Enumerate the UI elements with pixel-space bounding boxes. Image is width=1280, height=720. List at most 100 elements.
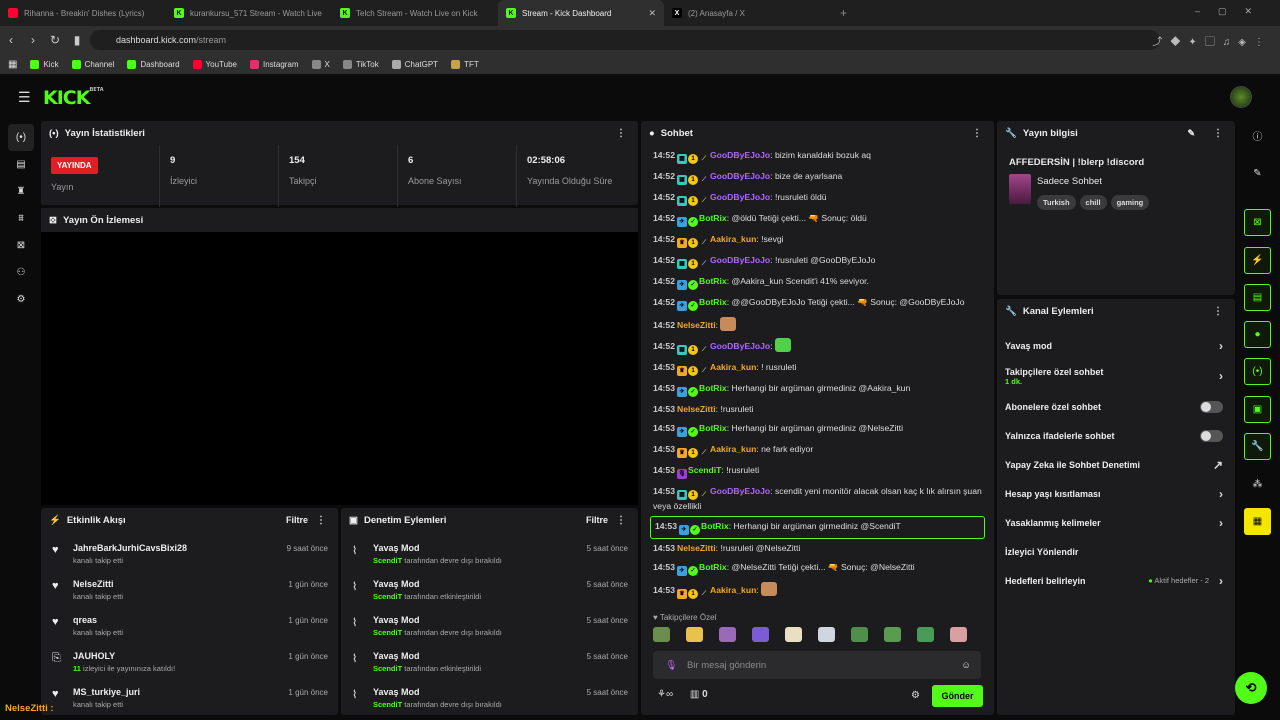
new-tab-icon[interactable]: + [830,6,857,20]
back-icon[interactable]: ‹ [0,33,22,47]
clip-icon[interactable]: ▦ [1244,508,1271,535]
browser-tab[interactable]: Kkurankursu_571 Stream - Watch Live [166,0,332,26]
more-icon[interactable]: ⋮ [616,128,626,139]
mic-icon[interactable]: 🎙 [665,660,677,671]
emote[interactable] [851,627,868,642]
lightning-icon[interactable]: ⚡ [1244,247,1271,274]
action-row[interactable]: Hedefleri belirleyin ● Aktif hedefler - 2… [997,566,1235,595]
toggle-switch[interactable] [1200,400,1223,413]
emoji-icon[interactable]: ☺ [961,660,971,671]
send-button[interactable]: Gönder [932,685,983,707]
tools-icon[interactable]: 🔧 [1244,433,1271,460]
chevron-right-icon[interactable]: › [1219,339,1223,353]
browser-tab[interactable]: K Telch Stream - Watch Live on Kick [332,0,498,26]
chat-settings-icon[interactable]: ⚙ [911,690,920,701]
action-row[interactable]: Hesap yaşı kısıtlaması › [997,479,1235,508]
forward-icon[interactable]: › [22,33,44,47]
bookmark-channel[interactable]: Channel [71,59,114,69]
community-icon[interactable]: ⩩ [8,205,34,232]
pen-icon[interactable]: ✎ [1244,160,1271,187]
tag-gaming[interactable]: gaming [1110,195,1150,210]
toggle-switch[interactable] [1200,429,1223,442]
extension-icons[interactable]: ⤴◆✦▢♫◈⋮ [1152,33,1272,48]
browser-tab[interactable]: K Stream - Kick Dashboard ✕ [498,0,664,26]
external-link-icon[interactable]: ↗ [1213,458,1223,472]
action-row[interactable]: Yalnızca ifadelerle sohbet [997,421,1235,450]
chevron-right-icon[interactable]: › [1219,487,1223,501]
broadcast-icon[interactable]: (•) [1244,358,1271,385]
gift-icon[interactable]: ▥ [690,689,699,700]
bookmark-youtube[interactable]: YouTube [192,59,237,69]
clipboard-icon[interactable]: ▤ [1244,284,1271,311]
item-time: 5 saat önce [586,688,628,697]
action-row[interactable]: Yapay Zeka ile Sohbet Denetimi ↗ [997,450,1235,479]
chevron-right-icon[interactable]: › [1219,369,1223,383]
bookmark-tiktok[interactable]: TikTok [342,59,379,69]
action-row[interactable]: Abonelere özel sohbet [997,392,1235,421]
sub-badge-icon: 1 [687,366,698,376]
settings-icon[interactable]: ⚙ [8,286,34,313]
filter-button[interactable]: Filtre [286,515,308,525]
chat-tool-icon[interactable]: ● [1244,321,1271,348]
timestamp: 14:52 [653,341,675,351]
browser-tab[interactable]: Rihanna - Breakin' Dishes (Lyrics) [0,0,166,26]
more-icon[interactable]: ⋮ [972,128,982,139]
filter-button[interactable]: Filtre [586,515,608,525]
chevron-right-icon[interactable]: › [1219,574,1223,588]
window-controls[interactable]: –▢✕ [1195,6,1270,17]
info-icon[interactable]: ⓘ [1244,122,1271,149]
more-icon[interactable]: ⋮ [616,515,626,526]
action-row[interactable]: Takipçilere özel sohbet 1 dk. › [997,360,1235,392]
channel-points[interactable]: ⚘∞ ▥ 0 [657,689,708,700]
bookmark-x[interactable]: X [311,59,330,69]
kick-logo[interactable]: KICKBETA [43,87,104,109]
moderation-tool-icon[interactable]: ⊠ [1244,209,1271,236]
analytics-icon[interactable]: ▤ [8,151,34,178]
bookmark-chatgpt[interactable]: ChatGPT [391,59,438,69]
emote[interactable] [719,627,736,642]
emote[interactable] [950,627,967,642]
verified-badge-icon: ✓ [687,387,698,397]
menu-icon[interactable]: ☰ [18,89,31,106]
apps-icon[interactable]: ⁂ [1244,471,1271,498]
emote[interactable] [818,627,835,642]
users-icon[interactable]: ⚇ [8,259,34,286]
chat-text: @öldü Tetiği çekti... 🔫 Sonuç: öldü [731,213,867,223]
chat-username: BotRix [698,383,727,393]
more-icon[interactable]: ⋮ [1213,306,1223,317]
bookmark-dashboard[interactable]: Dashboard [127,59,180,69]
bookmark-tft[interactable]: TFT [451,59,479,69]
emote[interactable] [686,627,703,642]
action-row[interactable]: Yavaş mod › [997,331,1235,360]
bookmark-icon[interactable]: ▮ [66,33,88,47]
edit-icon[interactable]: ✎ [1187,128,1195,139]
trophy-icon[interactable]: ♜ [8,178,34,205]
action-row[interactable]: Yasaklanmış kelimeler › [997,508,1235,537]
emote[interactable] [785,627,802,642]
emote[interactable] [653,627,670,642]
close-icon[interactable]: ✕ [648,8,656,19]
chat-input[interactable]: 🎙 Bir mesaj gönderin ☺ [653,651,981,679]
action-row[interactable]: İzleyici Yönlendir [997,537,1235,566]
emote[interactable] [917,627,934,642]
support-button[interactable]: ⟲ [1235,672,1267,704]
bookmark-kick[interactable]: Kick [30,59,59,69]
avatar[interactable] [1230,86,1252,108]
address-bar[interactable]: dashboard.kick.com/stream [90,30,1160,50]
more-icon[interactable]: ⋮ [1213,128,1223,139]
tag-turkish[interactable]: Turkish [1037,195,1076,210]
apps-grid-icon[interactable]: ▦ [8,59,17,70]
stream-icon[interactable]: (•) [8,124,34,151]
chevron-right-icon[interactable]: › [1219,516,1223,530]
more-icon[interactable]: ⋮ [316,515,326,526]
reload-icon[interactable]: ↻ [44,33,66,47]
emote[interactable] [884,627,901,642]
actor-name: ScendiT [373,592,403,601]
bookmark-instagram[interactable]: Instagram [249,59,299,69]
moderation-icon[interactable]: ⊠ [8,232,34,259]
tag-chill[interactable]: chill [1079,195,1107,210]
layers-icon[interactable]: ▣ [1244,396,1271,423]
emote[interactable] [752,627,769,642]
item-sub: ScendiT tarafından etkinleştirildi [373,664,638,673]
browser-tab[interactable]: X (2) Anasayfa / X [664,0,830,26]
